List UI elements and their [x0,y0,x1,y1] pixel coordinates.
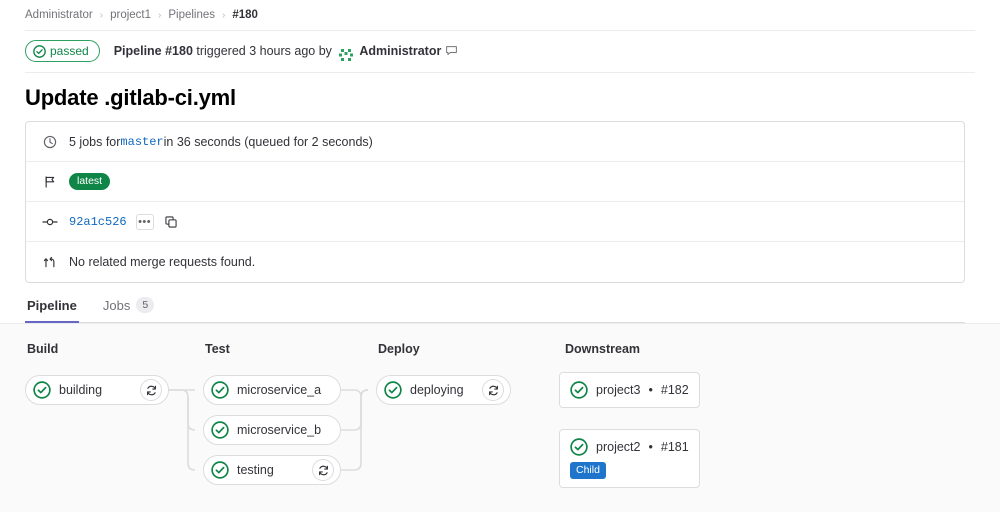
pipeline-info-card: 5 jobs for master in 36 seconds (queued … [25,121,965,283]
tab-jobs-badge: 5 [136,297,155,313]
info-row-commit: 92a1c526 ••• [26,202,964,242]
job-label: testing [237,463,274,477]
info-row-tags: latest [26,162,964,202]
breadcrumb: Administrator › project1 › Pipelines › #… [0,3,1000,27]
pipeline-connector-lines [168,389,369,471]
breadcrumb-separator: › [158,9,162,21]
status-badge-label: passed [50,44,89,58]
pipeline-graph-inner: Build building Test microservice_a micro… [0,324,1000,512]
commit-sha-link[interactable]: 92a1c526 [69,215,127,229]
stage-title-downstream: Downstream [565,342,641,356]
downstream-separator: • [648,383,653,397]
job-microservice-b[interactable]: microservice_b [203,415,341,445]
breadcrumb-separator: › [99,9,104,21]
pipeline-status-header: passed Pipeline #180 triggered 3 hours a… [0,34,1000,68]
page-title: Update .gitlab-ci.yml [25,85,236,110]
status-success-icon [211,381,229,399]
stage-title-build: Build [27,342,59,356]
downstream-pipeline-number: #181 [660,440,689,454]
tab-jobs-label: Jobs [102,297,131,313]
triggered-label: triggered 3 hours ago by [192,44,336,59]
jobs-count-prefix: 5 jobs for [69,134,121,149]
breadcrumb-item-current: #180 [232,9,258,21]
downstream-card-project3[interactable]: project3 • #182 [559,372,700,408]
job-microservice-a[interactable]: microservice_a [203,375,341,405]
jobs-duration-suffix: in 36 seconds (queued for 2 seconds) [163,134,373,149]
pipeline-tabs: Pipeline Jobs 5 [25,291,965,323]
no-merge-requests-text: No related merge requests found. [69,255,256,269]
stage-title-deploy: Deploy [378,342,420,356]
retry-icon[interactable] [140,379,162,401]
status-success-icon [33,381,51,399]
ref-link-master[interactable]: master [120,135,163,149]
info-row-merge-requests: No related merge requests found. [26,242,964,282]
badge-latest[interactable]: latest [69,173,111,190]
breadcrumb-separator: › [222,9,226,21]
badge-child: Child [570,462,606,479]
tab-pipeline[interactable]: Pipeline [25,298,79,323]
breadcrumb-item-administrator[interactable]: Administrator [25,9,93,21]
triggered-by-user[interactable]: Administrator [359,44,441,58]
comment-icon[interactable] [445,46,458,60]
tab-jobs[interactable]: Jobs 5 [101,297,156,322]
pipeline-triggered-text: Pipeline #180 triggered 3 hours ago by A… [113,42,459,63]
job-deploying[interactable]: deploying [376,375,511,405]
commit-icon [42,214,58,230]
retry-icon[interactable] [312,459,334,481]
job-testing[interactable]: testing [203,455,341,485]
downstream-pipeline-number: #182 [660,383,689,397]
job-label: microservice_b [237,423,322,437]
flag-icon [42,174,58,190]
status-success-icon [33,44,46,58]
job-label: deploying [410,383,464,397]
downstream-card-header: project3 • #182 [570,381,689,399]
status-success-icon [211,421,229,439]
copy-icon[interactable] [162,213,180,231]
stage-title-test: Test [205,342,230,356]
pipeline-number-label: Pipeline #180 [113,44,193,59]
status-success-icon [384,381,402,399]
pipeline-page: Administrator › project1 › Pipelines › #… [0,3,1000,512]
merge-request-icon [42,254,58,270]
identicon-avatar[interactable] [338,46,355,63]
tab-pipeline-label: Pipeline [27,298,77,313]
job-label: building [59,383,103,397]
status-success-icon [570,381,588,399]
downstream-separator: • [648,440,653,454]
header-divider [25,72,975,73]
job-building[interactable]: building [25,375,169,405]
breadcrumb-item-project[interactable]: project1 [110,9,151,21]
breadcrumb-divider [25,30,975,31]
pipeline-graph: Build building Test microservice_a micro… [0,323,1000,512]
clock-icon [42,134,58,150]
downstream-card-project2[interactable]: project2 • #181 Child [559,429,700,488]
info-row-jobs: 5 jobs for master in 36 seconds (queued … [26,122,964,162]
status-badge[interactable]: passed [25,40,100,62]
downstream-project-name: project3 [596,383,641,397]
status-success-icon [211,461,229,479]
retry-icon[interactable] [482,379,504,401]
downstream-project-name: project2 [596,440,641,454]
job-label: microservice_a [237,383,322,397]
downstream-card-header: project2 • #181 [570,438,689,456]
commit-expand-button[interactable]: ••• [135,213,154,230]
status-success-icon [570,438,588,456]
breadcrumb-item-pipelines[interactable]: Pipelines [168,9,215,21]
